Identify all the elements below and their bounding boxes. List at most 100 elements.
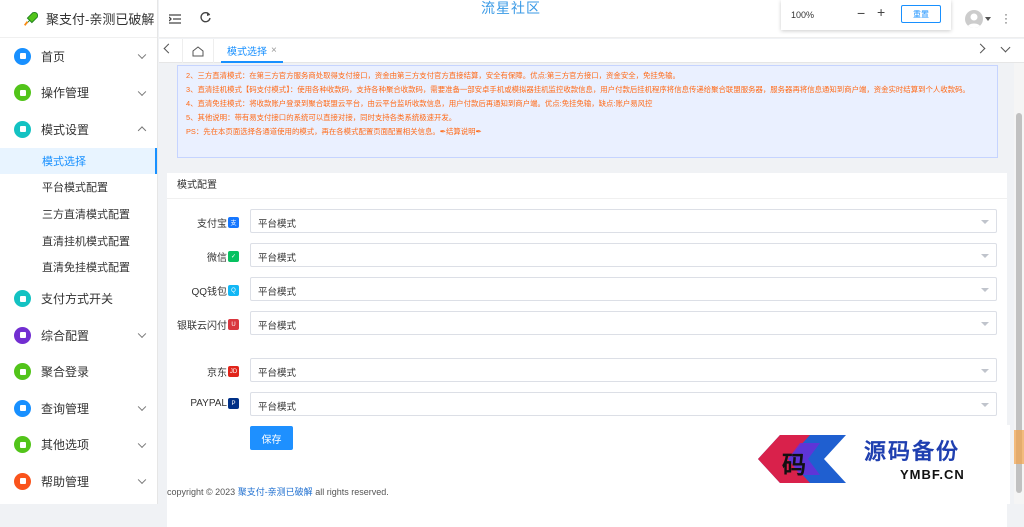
tabs-scroll-left-button[interactable] [163,43,174,54]
row-label: 银联云闪付 U [177,317,239,332]
site-title: 流星社区 [481,0,541,16]
brand: 聚支付-亲测已破解 [0,0,157,38]
grid-icon [14,120,31,138]
submenu-item[interactable]: 模式选择 [0,147,157,175]
sidebar-item-label: 其他选项 [41,438,90,453]
chevron-down-icon [137,439,147,448]
mode-select[interactable]: 平台模式 [250,209,997,233]
home-icon [192,45,204,56]
tab-close-icon[interactable]: × [271,45,277,56]
brand-title: 聚支付-亲测已破解 [46,12,155,27]
sidebar-item-toggle[interactable]: 支付方式开关 [0,280,157,317]
row-label: QQ钱包 Q [191,283,239,298]
submenu-item[interactable]: 直清挂机模式配置 [0,227,157,254]
zoom-reset-button[interactable]: 重置 [901,5,941,23]
refresh-button[interactable] [199,11,212,24]
collapse-menu-button[interactable] [168,13,181,24]
user-avatar[interactable] [965,10,983,28]
user-icon [967,13,981,28]
save-button[interactable]: 保存 [250,426,293,450]
zoom-in-button[interactable]: + [877,4,885,20]
row-label: 微信 ✓ [207,249,239,264]
footer-suffix: all rights reserved. [312,487,389,497]
payment-icon: U [228,319,239,330]
watermark-glyph: 码 [782,450,806,479]
sidebar-item-query[interactable]: 查询管理 [0,390,157,427]
sidebar-item-label: 查询管理 [41,401,90,416]
notice-panel: 2、三方直清模式：在第三方官方服务商处取得支付接口，资金由第三方支付官方直接结算… [177,65,998,158]
zoom-out-button[interactable]: − [857,5,865,21]
mode-select-value: 平台模式 [258,368,297,379]
mode-select[interactable]: 平台模式 [250,392,997,416]
chevron-down-icon [137,329,147,339]
chevron-down-icon [137,402,147,412]
sidebar-item-label: 支付方式开关 [41,292,114,307]
payment-icon: JD [228,366,239,377]
mode-select-value: 平台模式 [258,321,297,332]
payment-icon: Q [228,285,239,296]
submenu-item[interactable]: 三方直清模式配置 [0,201,157,228]
row-label-text: 支付宝 [197,219,227,230]
mode-select[interactable]: 平台模式 [250,311,997,335]
login-icon [14,363,31,381]
sidebar-item-home[interactable]: 首页 [0,38,157,75]
tabs-bar: 模式选择 × [159,39,1024,63]
mode-select[interactable]: 平台模式 [250,243,997,267]
submenu-item[interactable]: 直清免挂模式配置 [0,254,157,281]
caret-down-icon [981,322,989,326]
submenu-item[interactable]: 平台模式配置 [0,174,157,201]
sidebar-item-help[interactable]: 帮助管理 [0,463,157,500]
tabs-dropdown-button[interactable] [1000,42,1011,53]
sidebar-item-label: 聚合登录 [41,365,90,380]
row-label: PAYPAL P [190,398,239,409]
home-tab[interactable] [182,39,214,63]
sidebar-item-label: 帮助管理 [41,474,90,489]
tab-mode-select[interactable]: 模式选择 × [221,39,283,63]
footer-link[interactable]: 聚支付-亲测已破解 [238,487,313,497]
sidebar-item-options[interactable]: 其他选项 [0,426,157,463]
chevron-up-icon [137,126,147,135]
caret-down-icon [981,220,989,224]
sidebar-item-sliders[interactable]: 操作管理 [0,75,157,112]
home-icon [14,47,31,65]
sidebar-item-grid[interactable]: 模式设置 [0,111,157,148]
caret-down-icon [981,369,989,373]
config-row: 京东 JD 平台模式 [167,358,1007,384]
card-title: 模式配置 [167,173,1007,199]
help-icon [14,472,31,490]
mode-select-value: 平台模式 [258,402,297,413]
refresh-icon [200,12,211,23]
sidebar-item-label: 操作管理 [41,86,90,101]
row-label-text: PAYPAL [190,398,227,409]
tab-label: 模式选择 [227,46,267,58]
payment-icon: ✓ [228,251,239,262]
rocket-logo-icon [23,11,38,26]
watermark: 码 源码备份 YMBF.CN [730,425,1010,504]
row-label-text: 银联云闪付 [177,321,227,332]
config-row: 银联云闪付 U 平台模式 [167,311,1007,337]
notice-line: 4、直清免挂模式：将收款账户登录到聚合联盟云平台，由云平台监听收款信息，用户付款… [186,99,653,108]
sidebar-item-config[interactable]: 综合配置 [0,317,157,354]
config-row: 支付宝支 平台模式 [167,209,1007,235]
tabs-scroll-right-button[interactable] [975,43,986,54]
menu-fold-icon [168,14,181,24]
mode-select[interactable]: 平台模式 [250,358,997,382]
watermark-text: 源码备份 [864,439,961,464]
caret-down-icon [981,254,989,258]
mode-select-value: 平台模式 [258,287,297,298]
row-label-text: 京东 [207,368,227,379]
footer: copyright © 2023 聚支付-亲测已破解 all rights re… [167,485,389,498]
watermark-domain: YMBF.CN [900,467,965,482]
more-menu-icon[interactable]: · · · [1004,8,1008,28]
payment-icon: P [228,398,239,409]
row-label: 支付宝支 [197,215,239,230]
mode-select[interactable]: 平台模式 [250,277,997,301]
sidebar-item-label: 综合配置 [41,328,90,343]
chevron-down-icon [137,87,147,96]
sidebar-item-login[interactable]: 聚合登录 [0,353,157,390]
user-dropdown-caret-icon[interactable] [985,17,991,21]
sliders-icon [14,84,31,102]
sidebar-item-label: 首页 [41,49,66,64]
payment-icon: 支 [228,217,239,228]
notice-line: 3、直清挂机模式【码支付模式】：使用各种收款码，支持各种聚合收款码，需要准备一部… [186,85,970,94]
